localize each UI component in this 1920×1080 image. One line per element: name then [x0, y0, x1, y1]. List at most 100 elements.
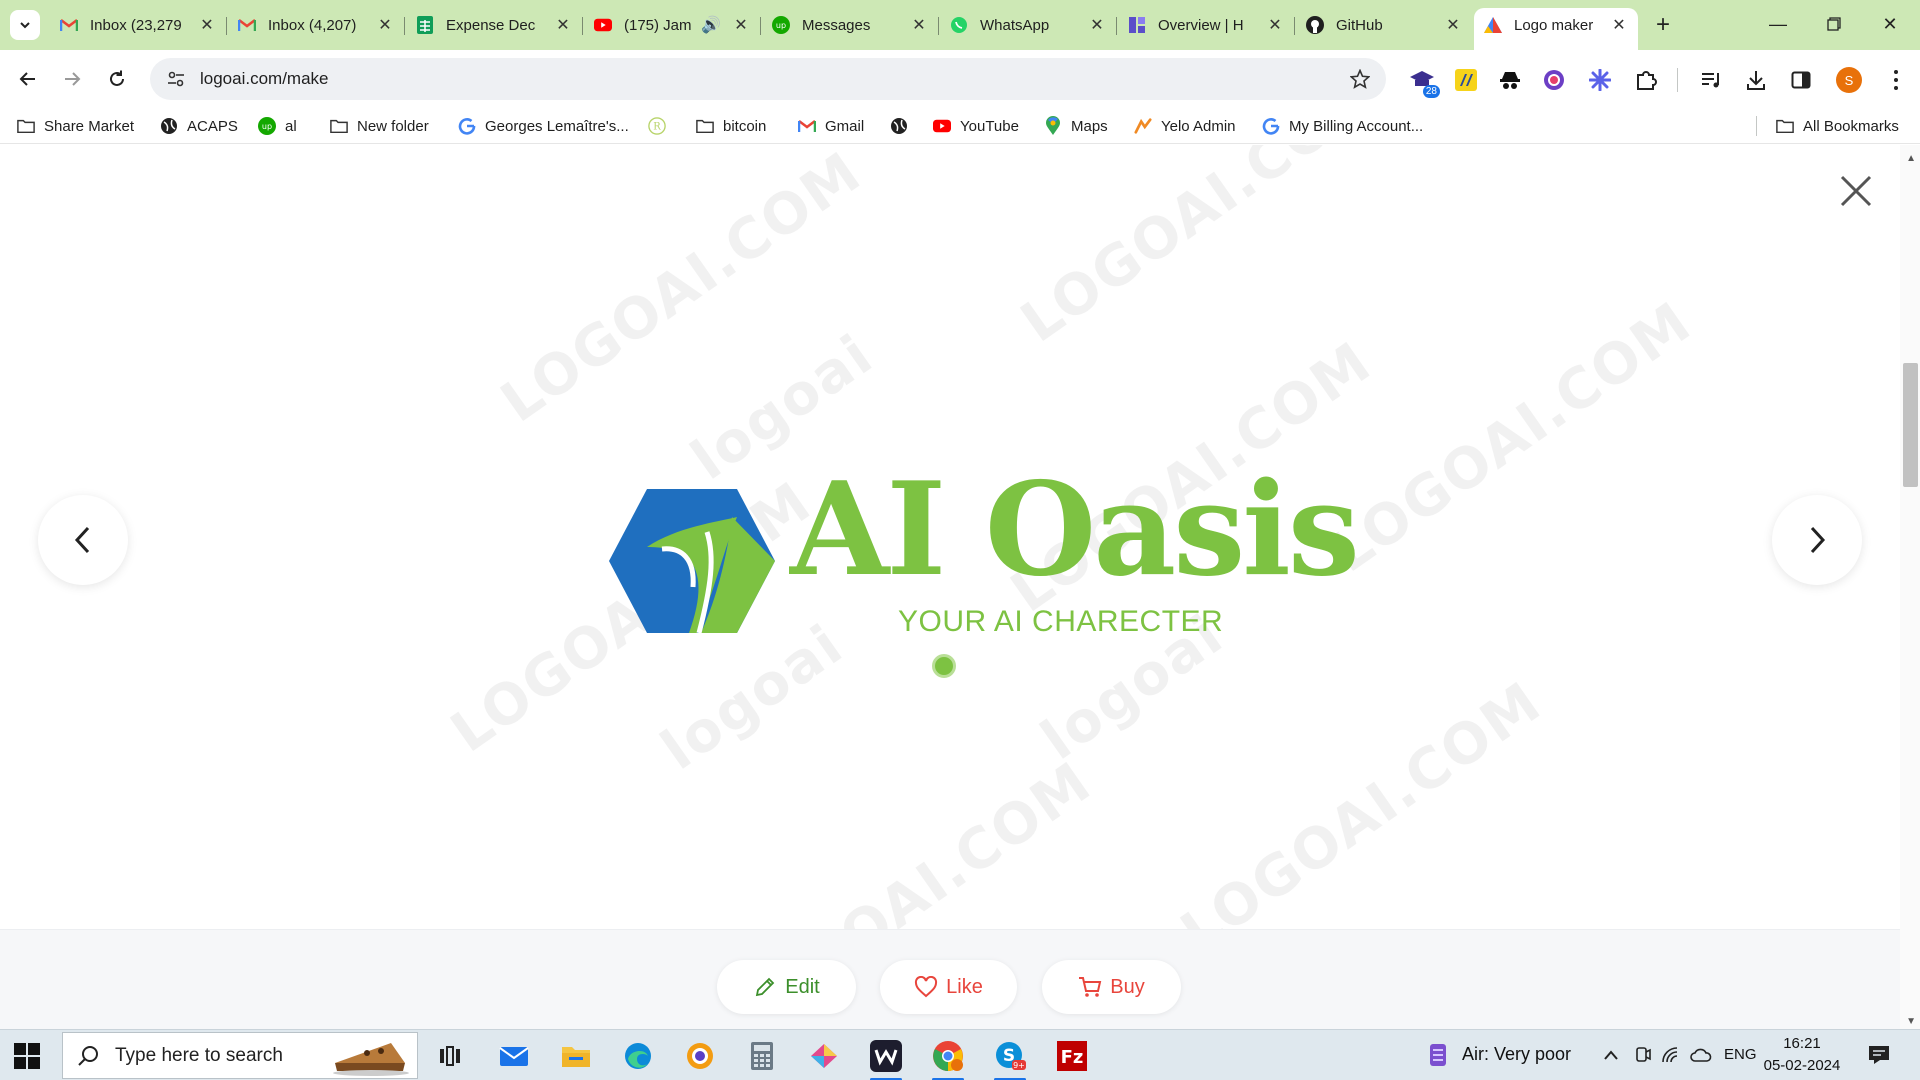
tab-gmail-inbox-1[interactable]: Inbox (23,279 ✕ — [50, 8, 227, 42]
previous-logo-button[interactable] — [38, 495, 128, 585]
speaker-icon[interactable]: 🔊 — [701, 16, 721, 34]
chevron-up-icon[interactable] — [1600, 1044, 1622, 1066]
bookmark-r-logo[interactable]: R — [648, 114, 675, 138]
forward-button[interactable] — [55, 62, 89, 96]
color-extension-icon[interactable] — [1540, 66, 1568, 94]
minimize-button[interactable]: — — [1750, 6, 1806, 42]
bookmark-billing-account[interactable]: My Billing Account... — [1262, 114, 1423, 138]
calculator-icon[interactable] — [744, 1038, 780, 1074]
air-quality-text[interactable]: Air: Very poor — [1462, 1044, 1571, 1065]
bookmark-label: Maps — [1071, 117, 1108, 135]
google-icon — [1262, 117, 1280, 135]
file-explorer-icon[interactable] — [558, 1038, 594, 1074]
tab-github[interactable]: GitHub ✕ — [1296, 8, 1472, 42]
new-tab-button[interactable]: + — [1648, 10, 1678, 40]
bookmark-maps[interactable]: Maps — [1044, 114, 1108, 138]
meet-now-icon[interactable] — [1632, 1044, 1654, 1066]
brave-like-app-icon[interactable] — [682, 1038, 718, 1074]
bookmark-label: My Billing Account... — [1289, 117, 1424, 135]
restore-icon — [1827, 17, 1841, 31]
address-bar[interactable]: logoai.com/make — [150, 58, 1386, 100]
onedrive-cloud-icon[interactable] — [1690, 1044, 1712, 1066]
close-tab-icon[interactable]: ✕ — [1088, 16, 1106, 34]
gmail-icon — [238, 16, 256, 34]
tab-search-button[interactable] — [10, 10, 40, 40]
webstorm-app-icon[interactable] — [868, 1038, 904, 1080]
close-window-button[interactable]: ✕ — [1862, 6, 1918, 42]
logo-subtitle: YOUR AI CHARECTER — [898, 605, 1224, 638]
tab-title: Inbox (4,207) — [268, 16, 357, 34]
bookmark-yelo-admin[interactable]: Yelo Admin — [1134, 114, 1236, 138]
close-tab-icon[interactable]: ✕ — [1266, 16, 1284, 34]
bookmark-star-icon[interactable] — [1348, 67, 1372, 91]
snip-tool-icon[interactable] — [806, 1038, 842, 1074]
mortarboard-extension-icon[interactable]: 28 — [1408, 66, 1440, 98]
page-scrollbar[interactable]: ▲ ▼ — [1900, 145, 1920, 1029]
system-clock[interactable]: 16:21 05-02-2024 — [1762, 1033, 1842, 1077]
wifi-icon[interactable] — [1660, 1044, 1682, 1066]
windows-start-icon[interactable] — [14, 1043, 40, 1069]
bookmark-share-market[interactable]: Share Market — [17, 114, 134, 138]
edge-browser-icon[interactable] — [620, 1038, 656, 1074]
close-tab-icon[interactable]: ✕ — [376, 16, 394, 34]
scroll-down-arrow-icon[interactable]: ▼ — [1906, 1016, 1916, 1027]
scroll-thumb[interactable] — [1903, 363, 1918, 487]
close-tab-icon[interactable]: ✕ — [732, 16, 750, 34]
download-icon[interactable] — [1742, 66, 1770, 94]
bookmark-bitcoin[interactable]: bitcoin — [696, 114, 766, 138]
puzzle-extensions-icon[interactable] — [1632, 66, 1660, 94]
tab-overview[interactable]: Overview | H ✕ — [1118, 8, 1295, 42]
filezilla-app-icon[interactable]: Fz — [1054, 1038, 1090, 1074]
close-tab-icon[interactable]: ✕ — [910, 16, 928, 34]
tab-title: Overview | H — [1158, 16, 1244, 34]
air-quality-icon[interactable] — [1424, 1044, 1452, 1066]
tab-expense-sheet[interactable]: Expense Dec ✕ — [406, 8, 583, 42]
tab-logo-maker[interactable]: Logo maker ✕ — [1474, 8, 1638, 50]
language-indicator[interactable]: ENG — [1724, 1046, 1757, 1063]
bookmark-new-folder[interactable]: New folder — [330, 114, 429, 138]
tab-messages[interactable]: up Messages ✕ — [762, 8, 939, 42]
close-tab-icon[interactable]: ✕ — [1610, 16, 1628, 34]
logo-preview: AI Oasis YOUR AI CHARECTER — [600, 465, 1360, 638]
mail-app-icon[interactable] — [496, 1038, 532, 1074]
tab-gmail-inbox-2[interactable]: Inbox (4,207) ✕ — [228, 8, 405, 42]
yellow-extension-icon[interactable] — [1452, 66, 1480, 94]
skype-app-icon[interactable]: S 9+ — [992, 1038, 1028, 1080]
media-control-icon[interactable] — [1698, 66, 1726, 94]
notifications-icon[interactable] — [1868, 1044, 1890, 1066]
bookmark-al[interactable]: up al — [258, 114, 297, 138]
next-logo-button[interactable] — [1772, 495, 1862, 585]
edit-button[interactable]: Edit — [717, 960, 856, 1014]
menu-kebab-icon[interactable] — [1882, 66, 1910, 94]
taskbar-search-box[interactable]: Type here to search — [62, 1032, 418, 1079]
all-bookmarks[interactable]: All Bookmarks — [1776, 114, 1899, 138]
bookmark-youtube[interactable]: YouTube — [933, 114, 1019, 138]
close-tab-icon[interactable]: ✕ — [1444, 16, 1462, 34]
close-preview-button[interactable] — [1838, 173, 1874, 209]
close-tab-icon[interactable]: ✕ — [198, 16, 216, 34]
bookmark-gmail[interactable]: Gmail — [798, 114, 864, 138]
profile-avatar[interactable]: S — [1836, 67, 1862, 93]
tab-youtube[interactable]: (175) Jam 🔊 ✕ — [584, 8, 761, 42]
upwork-icon: up — [772, 16, 790, 34]
like-button[interactable]: Like — [880, 960, 1017, 1014]
tab-separator — [404, 17, 405, 35]
close-tab-icon[interactable]: ✕ — [554, 16, 572, 34]
url-text[interactable]: logoai.com/make — [200, 69, 329, 89]
buy-button[interactable]: Buy — [1042, 960, 1181, 1014]
spy-extension-icon[interactable] — [1496, 66, 1524, 94]
task-view-icon[interactable] — [432, 1038, 468, 1074]
scroll-up-arrow-icon[interactable]: ▲ — [1906, 153, 1916, 164]
site-info-icon[interactable] — [164, 67, 188, 91]
reload-button[interactable] — [100, 62, 134, 96]
edit-label: Edit — [785, 975, 820, 998]
tab-whatsapp[interactable]: WhatsApp ✕ — [940, 8, 1117, 42]
bookmark-globe[interactable] — [890, 114, 917, 138]
chrome-browser-icon[interactable] — [930, 1038, 966, 1080]
side-panel-icon[interactable] — [1787, 66, 1815, 94]
back-button[interactable] — [11, 62, 45, 96]
bookmark-georges-lemaitre[interactable]: Georges Lemaître's... — [458, 114, 629, 138]
restore-button[interactable] — [1806, 6, 1862, 42]
asterisk-extension-icon[interactable] — [1586, 66, 1614, 94]
bookmark-acaps[interactable]: ACAPS — [160, 114, 238, 138]
